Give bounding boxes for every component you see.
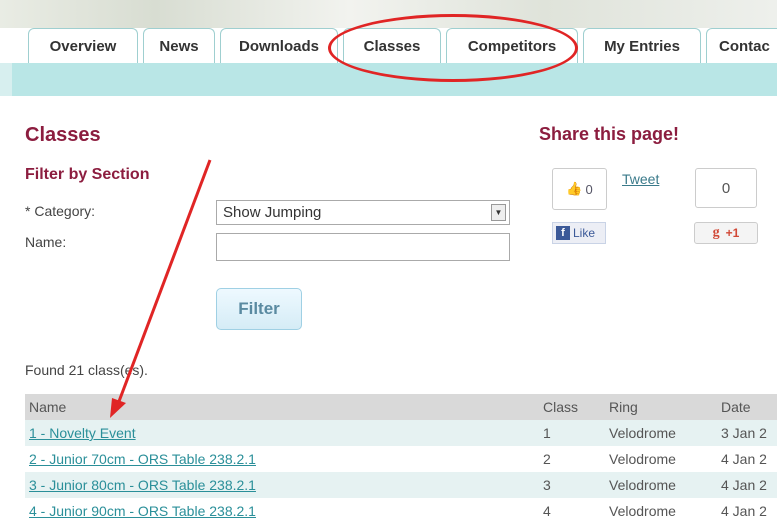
annotation-arrow: [110, 159, 212, 418]
